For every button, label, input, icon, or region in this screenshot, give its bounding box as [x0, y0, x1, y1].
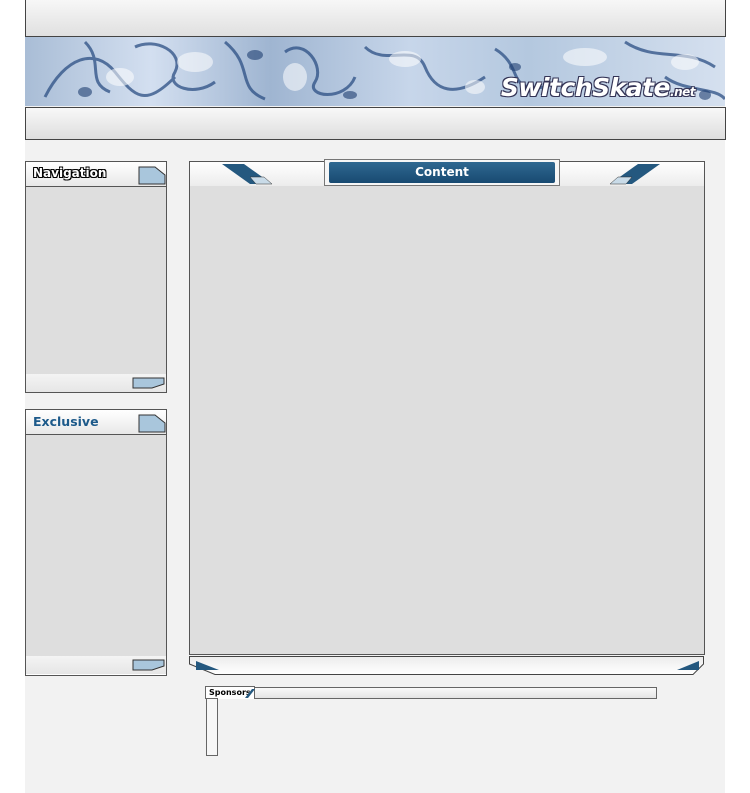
header-banner: SwitchSkate.net [25, 37, 725, 106]
sub-bar [25, 107, 726, 140]
content-body [189, 186, 705, 655]
content-title-plate: Content [329, 162, 555, 183]
navigation-panel: Navigation [25, 161, 167, 393]
navigation-title: Navigation [33, 166, 107, 180]
exclusive-panel: Exclusive [25, 409, 167, 676]
site-logo[interactable]: SwitchSkate.net [500, 73, 696, 102]
navigation-footer-corner-icon [132, 377, 165, 389]
exclusive-body [26, 435, 166, 656]
content-panel: Content [189, 159, 705, 675]
sponsors-stripe-icon [245, 689, 255, 698]
content-footer [189, 656, 704, 675]
navigation-footer [26, 374, 166, 392]
exclusive-header: Exclusive [26, 410, 166, 435]
navigation-body [26, 187, 166, 375]
navigation-header: Navigation [26, 162, 166, 187]
content-footer-frame [189, 656, 704, 675]
content-header-right-stripe-icon [609, 164, 660, 185]
sponsors-body [206, 698, 218, 756]
content-header: Content [189, 159, 705, 187]
logo-suffix: .net [670, 85, 695, 99]
sponsors-header-bar [249, 687, 657, 699]
logo-name: SwitchSkate [500, 73, 671, 102]
exclusive-title: Exclusive [33, 414, 99, 429]
top-bar [25, 0, 726, 37]
content-title-tab: Content [324, 159, 560, 186]
sponsors-panel: Sponsors [205, 686, 657, 756]
content-title: Content [415, 165, 469, 179]
navigation-corner-tab-icon [138, 166, 166, 185]
content-header-left-stripe-icon [222, 164, 273, 185]
exclusive-footer [26, 656, 166, 674]
exclusive-corner-tab-icon [138, 414, 166, 433]
exclusive-footer-corner-icon [132, 659, 165, 671]
